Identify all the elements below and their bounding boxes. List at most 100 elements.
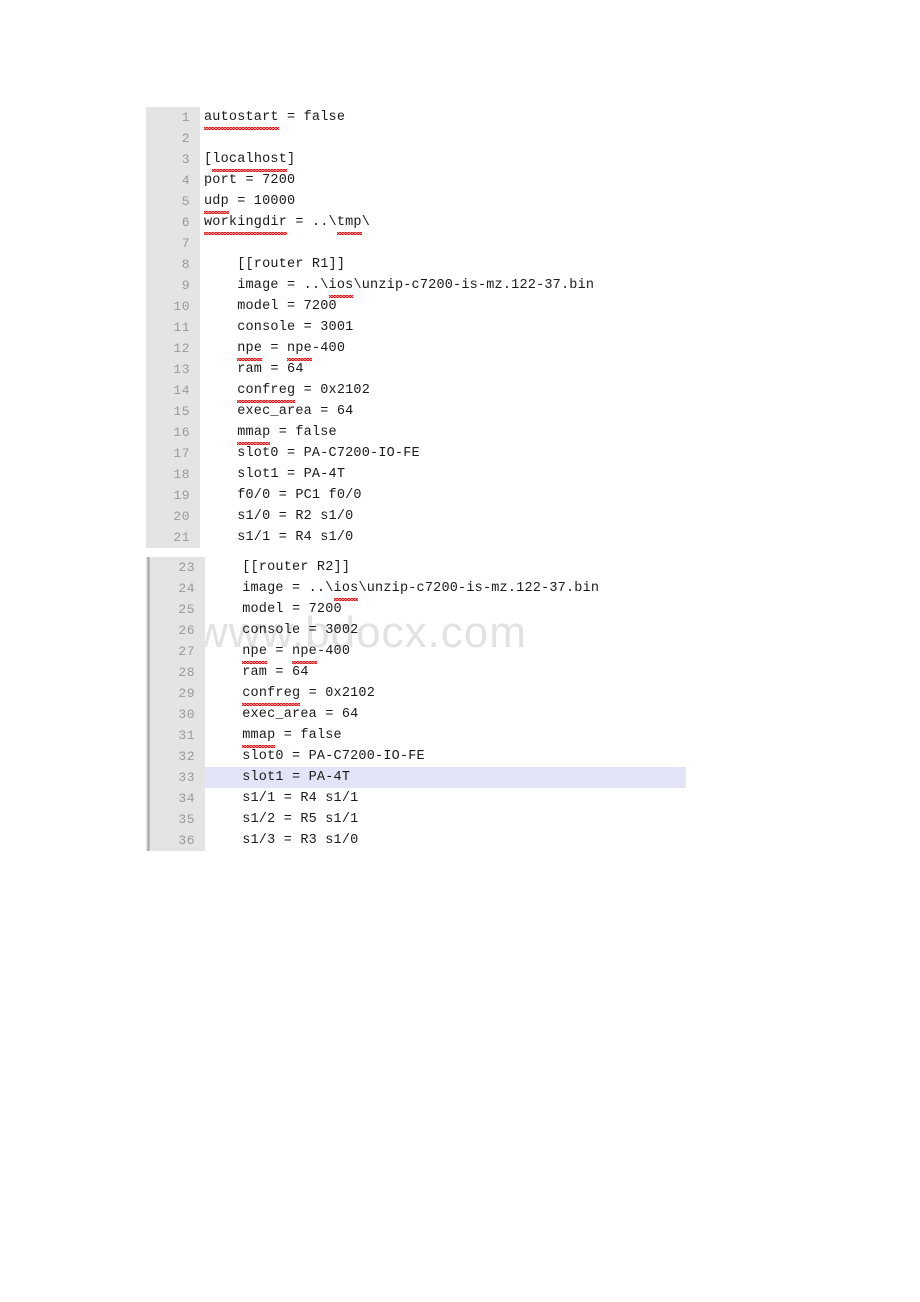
code-line-text[interactable]: autostart = false xyxy=(200,107,594,130)
code-row[interactable]: 31 mmap = false xyxy=(146,725,686,748)
line-number: 29 xyxy=(151,683,205,704)
code-line-text[interactable]: mmap = false xyxy=(205,725,686,748)
code-row[interactable]: 15 exec_area = 64 xyxy=(146,401,594,422)
code-lines-container: 23 [[router R2]] 24 image = ..\ios\unzip-… xyxy=(146,557,686,851)
code-lines-container: 1 autostart = false 2 3 [localhost] 4 port = … xyxy=(146,107,594,548)
line-number: 35 xyxy=(151,809,205,830)
line-number: 25 xyxy=(151,599,205,620)
code-row[interactable]: 35 s1/2 = R5 s1/1 xyxy=(146,809,686,830)
line-number: 32 xyxy=(151,746,205,767)
code-line-text[interactable]: f0/0 = PC1 f0/0 xyxy=(200,485,594,506)
line-number: 8 xyxy=(146,254,200,275)
line-number: 4 xyxy=(146,170,200,191)
code-row[interactable]: 12 npe = npe-400 xyxy=(146,338,594,361)
code-row[interactable]: 7 xyxy=(146,233,594,254)
code-line-text[interactable]: npe = npe-400 xyxy=(205,641,686,664)
code-row[interactable]: 23 [[router R2]] xyxy=(146,557,686,578)
line-number: 16 xyxy=(146,422,200,443)
line-number: 3 xyxy=(146,149,200,170)
code-row[interactable]: 16 mmap = false xyxy=(146,422,594,445)
line-number: 10 xyxy=(146,296,200,317)
line-number: 1 xyxy=(146,107,200,128)
code-row[interactable]: 10 model = 7200 xyxy=(146,296,594,317)
line-number: 23 xyxy=(151,557,205,578)
code-row[interactable]: 13 ram = 64 xyxy=(146,359,594,380)
line-number: 24 xyxy=(151,578,205,599)
code-row[interactable]: 26 console = 3002 xyxy=(146,620,686,641)
code-row[interactable]: 9 image = ..\ios\unzip-c7200-is-mz.122-3… xyxy=(146,275,594,298)
code-line-text[interactable]: ram = 64 xyxy=(205,662,686,683)
code-row[interactable]: 17 slot0 = PA-C7200-IO-FE xyxy=(146,443,594,464)
code-row[interactable]: 3 [localhost] xyxy=(146,149,594,172)
code-line-text[interactable]: s1/1 = R4 s1/1 xyxy=(205,788,686,809)
line-number: 30 xyxy=(151,704,205,725)
code-row[interactable]: 6 workingdir = ..\tmp\ xyxy=(146,212,594,235)
code-line-text[interactable]: slot1 = PA-4T xyxy=(205,767,686,788)
code-row[interactable]: 18 slot1 = PA-4T xyxy=(146,464,594,485)
code-line-text[interactable]: slot0 = PA-C7200-IO-FE xyxy=(205,746,686,767)
code-block-router-r2: 23 [[router R2]] 24 image = ..\ios\unzip-… xyxy=(146,557,686,851)
code-line-text[interactable]: [[router R1]] xyxy=(200,254,594,275)
line-number: 14 xyxy=(146,380,200,401)
code-line-text[interactable]: confreg = 0x2102 xyxy=(205,683,686,706)
code-line-text[interactable]: workingdir = ..\tmp\ xyxy=(200,212,594,235)
code-line-text[interactable]: exec_area = 64 xyxy=(200,401,594,422)
code-row[interactable]: 14 confreg = 0x2102 xyxy=(146,380,594,403)
code-row[interactable]: 20 s1/0 = R2 s1/0 xyxy=(146,506,594,527)
code-row[interactable]: 8 [[router R1]] xyxy=(146,254,594,275)
line-number: 34 xyxy=(151,788,205,809)
line-number: 26 xyxy=(151,620,205,641)
code-line-text[interactable]: slot1 = PA-4T xyxy=(200,464,594,485)
line-number: 20 xyxy=(146,506,200,527)
code-row[interactable]: 19 f0/0 = PC1 f0/0 xyxy=(146,485,594,506)
code-block-router-r1: 1 autostart = false 2 3 [localhost] 4 port = … xyxy=(146,107,594,548)
code-row[interactable]: 28 ram = 64 xyxy=(146,662,686,683)
line-number: 12 xyxy=(146,338,200,359)
code-line-text[interactable]: confreg = 0x2102 xyxy=(200,380,594,403)
code-row[interactable]: 21 s1/1 = R4 s1/0 xyxy=(146,527,594,548)
code-row[interactable]: 24 image = ..\ios\unzip-c7200-is-mz.122-… xyxy=(146,578,686,601)
vertical-scroll-rail[interactable] xyxy=(146,557,151,851)
code-line-text[interactable]: image = ..\ios\unzip-c7200-is-mz.122-37.… xyxy=(200,275,594,298)
code-line-text[interactable]: slot0 = PA-C7200-IO-FE xyxy=(200,443,594,464)
line-number: 6 xyxy=(146,212,200,233)
code-line-text[interactable]: s1/2 = R5 s1/1 xyxy=(205,809,686,830)
code-line-text[interactable]: ram = 64 xyxy=(200,359,594,380)
code-line-text[interactable]: s1/3 = R3 s1/0 xyxy=(205,830,686,851)
line-number: 13 xyxy=(146,359,200,380)
code-row[interactable]: 32 slot0 = PA-C7200-IO-FE xyxy=(146,746,686,767)
code-line-text[interactable]: s1/1 = R4 s1/0 xyxy=(200,527,594,548)
code-row[interactable]: 2 xyxy=(146,128,594,149)
line-number: 31 xyxy=(151,725,205,746)
code-row[interactable]: 27 npe = npe-400 xyxy=(146,641,686,664)
code-line-text[interactable]: model = 7200 xyxy=(200,296,594,317)
code-row[interactable]: 33 slot1 = PA-4T xyxy=(146,767,686,788)
code-line-text[interactable]: model = 7200 xyxy=(205,599,686,620)
code-line-text[interactable]: console = 3002 xyxy=(205,620,686,641)
line-number: 15 xyxy=(146,401,200,422)
code-line-text[interactable]: console = 3001 xyxy=(200,317,594,338)
line-number: 17 xyxy=(146,443,200,464)
line-number: 11 xyxy=(146,317,200,338)
code-row[interactable]: 4 port = 7200 xyxy=(146,170,594,191)
code-row[interactable]: 5 udp = 10000 xyxy=(146,191,594,214)
code-row[interactable]: 1 autostart = false xyxy=(146,107,594,130)
code-row[interactable]: 36 s1/3 = R3 s1/0 xyxy=(146,830,686,851)
code-row[interactable]: 29 confreg = 0x2102 xyxy=(146,683,686,706)
code-line-text[interactable]: s1/0 = R2 s1/0 xyxy=(200,506,594,527)
code-line-text[interactable]: port = 7200 xyxy=(200,170,594,191)
code-line-text[interactable]: [localhost] xyxy=(200,149,594,172)
code-row[interactable]: 30 exec_area = 64 xyxy=(146,704,686,725)
code-line-text[interactable]: udp = 10000 xyxy=(200,191,594,214)
code-line-text[interactable]: mmap = false xyxy=(200,422,594,445)
code-line-text[interactable]: exec_area = 64 xyxy=(205,704,686,725)
code-line-text[interactable]: npe = npe-400 xyxy=(200,338,594,361)
code-row[interactable]: 11 console = 3001 xyxy=(146,317,594,338)
code-row[interactable]: 25 model = 7200 xyxy=(146,599,686,620)
code-row[interactable]: 34 s1/1 = R4 s1/1 xyxy=(146,788,686,809)
code-line-text[interactable]: [[router R2]] xyxy=(205,557,686,578)
code-line-text[interactable]: image = ..\ios\unzip-c7200-is-mz.122-37.… xyxy=(205,578,686,601)
code-line-text[interactable] xyxy=(200,128,594,149)
code-line-text[interactable] xyxy=(200,233,594,254)
line-number: 18 xyxy=(146,464,200,485)
